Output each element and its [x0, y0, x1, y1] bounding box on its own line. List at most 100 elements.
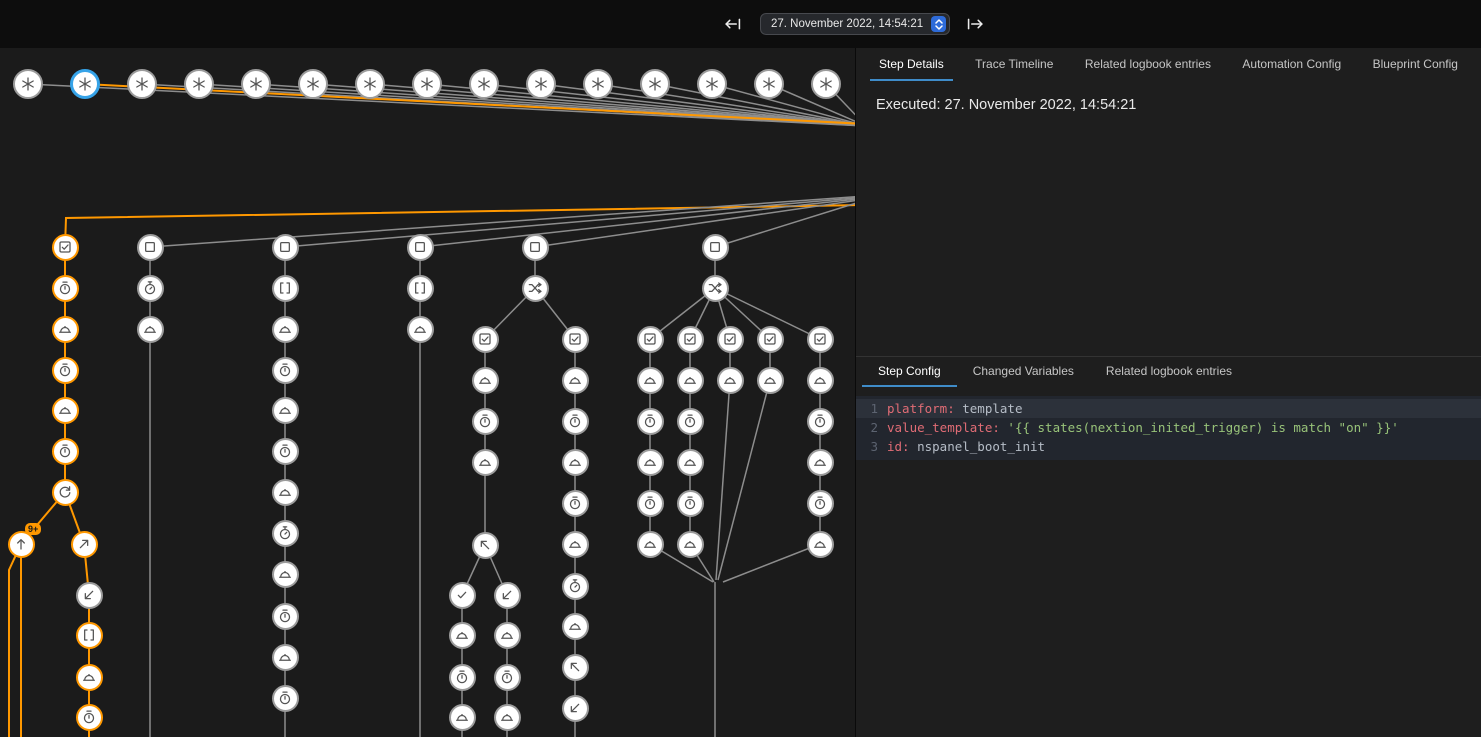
trace-node-asterisk[interactable]	[811, 69, 841, 99]
trace-node-dome[interactable]	[562, 367, 589, 394]
run-select-dropdown[interactable]: 27. November 2022, 14:54:21	[760, 13, 950, 35]
trace-node-stopwatch[interactable]	[562, 573, 589, 600]
trace-node-dome[interactable]	[562, 613, 589, 640]
trace-node-asterisk[interactable]	[583, 69, 613, 99]
trace-node-dome[interactable]	[677, 531, 704, 558]
trace-node-timer[interactable]	[637, 408, 664, 435]
trace-node-timer[interactable]	[677, 408, 704, 435]
trace-node-asterisk[interactable]	[127, 69, 157, 99]
trace-node-checkbox[interactable]	[757, 326, 784, 353]
trace-node-dome[interactable]	[407, 316, 434, 343]
trace-node-dome[interactable]	[677, 449, 704, 476]
trace-node-asterisk[interactable]	[13, 69, 43, 99]
trace-node-square[interactable]	[702, 234, 729, 261]
trace-node-square[interactable]	[407, 234, 434, 261]
trace-node-dome[interactable]	[272, 479, 299, 506]
trace-node-brackets[interactable]	[272, 275, 299, 302]
trace-node-timer[interactable]	[637, 490, 664, 517]
trace-node-dome[interactable]	[637, 367, 664, 394]
trace-node-arrow-nw[interactable]	[472, 532, 499, 559]
tab-automation-config[interactable]: Automation Config	[1233, 48, 1350, 81]
trace-node-dome[interactable]	[494, 704, 521, 731]
trace-node-brackets[interactable]	[76, 622, 103, 649]
trace-node-dome[interactable]	[472, 449, 499, 476]
trace-node-asterisk[interactable]	[355, 69, 385, 99]
trace-node-check[interactable]	[449, 582, 476, 609]
trace-node-arrow-sw[interactable]	[562, 695, 589, 722]
trace-node-dome[interactable]	[272, 644, 299, 671]
trace-node-dome[interactable]	[807, 531, 834, 558]
trace-node-timer[interactable]	[807, 408, 834, 435]
trace-node-timer[interactable]	[272, 357, 299, 384]
trace-node-dome[interactable]	[449, 622, 476, 649]
trace-node-checkbox[interactable]	[52, 234, 79, 261]
trace-node-timer[interactable]	[472, 408, 499, 435]
trace-node-checkbox[interactable]	[717, 326, 744, 353]
trace-node-dome[interactable]	[137, 316, 164, 343]
tab-blueprint-config[interactable]: Blueprint Config	[1364, 48, 1467, 81]
trace-node-timer[interactable]	[562, 408, 589, 435]
trace-node-asterisk[interactable]	[412, 69, 442, 99]
trace-node-asterisk[interactable]	[70, 69, 100, 99]
trace-node-dome[interactable]	[76, 664, 103, 691]
trace-node-stopwatch[interactable]	[137, 275, 164, 302]
trace-node-checkbox[interactable]	[807, 326, 834, 353]
trace-node-dome[interactable]	[807, 367, 834, 394]
trace-node-checkbox[interactable]	[562, 326, 589, 353]
trace-node-timer[interactable]	[494, 664, 521, 691]
trace-node-dome[interactable]	[757, 367, 784, 394]
trace-node-asterisk[interactable]	[241, 69, 271, 99]
trace-node-dome[interactable]	[494, 622, 521, 649]
subtab-step-config[interactable]: Step Config	[862, 357, 957, 387]
tab-step-details[interactable]: Step Details	[870, 48, 953, 81]
trace-node-checkbox[interactable]	[637, 326, 664, 353]
trace-node-arrow-sw[interactable]	[494, 582, 521, 609]
trace-node-checkbox[interactable]	[677, 326, 704, 353]
trace-node-timer[interactable]	[562, 490, 589, 517]
trace-node-dome[interactable]	[472, 367, 499, 394]
trace-node-dome[interactable]	[272, 397, 299, 424]
trace-node-dome[interactable]	[562, 531, 589, 558]
trace-node-asterisk[interactable]	[640, 69, 670, 99]
trace-node-dome[interactable]	[272, 561, 299, 588]
trace-node-brackets[interactable]	[407, 275, 434, 302]
trace-node-timer[interactable]	[272, 438, 299, 465]
trace-node-dome[interactable]	[52, 316, 79, 343]
trace-node-asterisk[interactable]	[754, 69, 784, 99]
trace-node-stopwatch[interactable]	[272, 520, 299, 547]
trace-node-dome[interactable]	[272, 316, 299, 343]
trace-node-timer[interactable]	[272, 603, 299, 630]
trace-node-dome[interactable]	[717, 367, 744, 394]
trace-node-arrow-sw[interactable]	[76, 582, 103, 609]
trace-node-dome[interactable]	[677, 367, 704, 394]
tab-trace-timeline[interactable]: Trace Timeline	[966, 48, 1062, 81]
trace-node-refresh[interactable]	[52, 479, 79, 506]
trace-node-asterisk[interactable]	[697, 69, 727, 99]
trace-node-asterisk[interactable]	[526, 69, 556, 99]
subtab-changed-variables[interactable]: Changed Variables	[957, 357, 1090, 387]
trace-node-timer[interactable]	[272, 685, 299, 712]
trace-node-timer[interactable]	[52, 275, 79, 302]
previous-run-button[interactable]	[720, 12, 746, 36]
trace-node-arrow-nw[interactable]	[562, 654, 589, 681]
trace-node-square[interactable]	[137, 234, 164, 261]
trace-node-timer[interactable]	[52, 357, 79, 384]
trace-node-asterisk[interactable]	[298, 69, 328, 99]
trace-node-dome[interactable]	[637, 449, 664, 476]
trace-node-asterisk[interactable]	[469, 69, 499, 99]
next-run-button[interactable]	[962, 12, 988, 36]
trace-node-timer[interactable]	[52, 438, 79, 465]
trace-node-timer[interactable]	[677, 490, 704, 517]
trace-node-square[interactable]	[522, 234, 549, 261]
trace-node-shuffle[interactable]	[522, 275, 549, 302]
trace-node-shuffle[interactable]	[702, 275, 729, 302]
trace-node-dome[interactable]	[807, 449, 834, 476]
trace-node-arrow-ne[interactable]	[71, 531, 98, 558]
trace-node-dome[interactable]	[449, 704, 476, 731]
trace-node-dome[interactable]	[637, 531, 664, 558]
trace-node-checkbox[interactable]	[472, 326, 499, 353]
trace-node-dome[interactable]	[562, 449, 589, 476]
trace-node-asterisk[interactable]	[184, 69, 214, 99]
trace-node-timer[interactable]	[807, 490, 834, 517]
trace-node-timer[interactable]	[76, 704, 103, 731]
